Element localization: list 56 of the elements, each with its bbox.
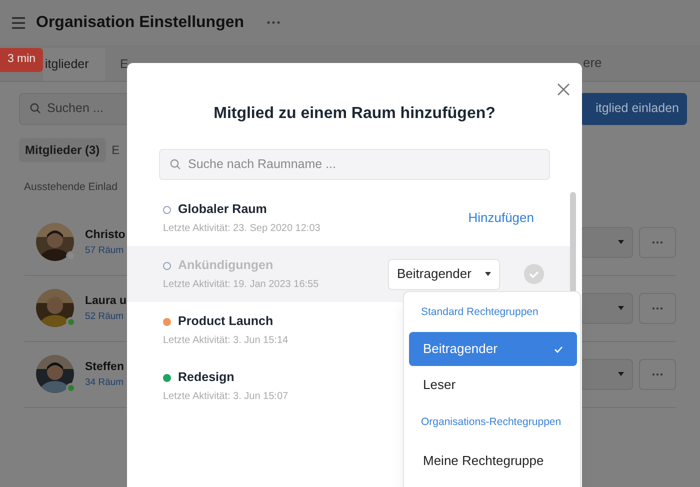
caret-icon [618, 372, 624, 376]
room-name: Ankündigungen [178, 257, 274, 274]
role-select[interactable] [581, 292, 633, 324]
menu-heading: Standard Rechtegruppen [420, 305, 540, 320]
subtab[interactable]: Mitglieder (3) [19, 138, 106, 162]
member-name: Christo [85, 228, 126, 242]
section-label: Ausstehende Einlad [24, 180, 118, 195]
more-button[interactable] [639, 358, 676, 390]
menu-option[interactable]: Beitragender [409, 332, 577, 366]
room-activity: Letzte Aktivität: 3. Jun 15:07 [163, 390, 288, 404]
more-icon[interactable] [267, 21, 280, 24]
caret-icon [618, 306, 624, 310]
subtab[interactable]: E [112, 138, 120, 162]
more-button[interactable] [639, 292, 676, 324]
more-button[interactable] [639, 226, 676, 258]
menu-option[interactable]: Meine Rechtegruppe [409, 442, 577, 480]
page-title: Organisation Einstellungen [36, 12, 244, 32]
member-name: Laura u [85, 294, 127, 308]
room-row[interactable]: Globaler Raum Letzte Aktivität: 23. Sep 2020 12:03 Hinzufügen [127, 190, 570, 246]
more-icon [652, 306, 663, 310]
close-icon[interactable] [557, 83, 570, 96]
caret-icon [618, 240, 624, 244]
room-name: Globaler Raum [178, 201, 267, 218]
rooms-link[interactable]: 34 Räum [85, 376, 124, 390]
invite-button[interactable]: itglied einladen [580, 92, 687, 124]
tab-label[interactable]: ere [583, 52, 602, 72]
tab[interactable]: E [120, 48, 128, 81]
role-select[interactable] [581, 358, 633, 390]
caret-icon [485, 272, 491, 276]
room-search-field[interactable]: Suche nach Raumname ... [159, 149, 550, 180]
dialog-title: Mitglied zu einem Raum hinzufügen? [214, 104, 496, 124]
room-activity: Letzte Aktivität: 23. Sep 2020 12:03 [163, 222, 320, 236]
check-circle-icon[interactable] [524, 264, 544, 284]
menu-icon[interactable] [12, 16, 25, 28]
add-link[interactable]: Hinzufügen [468, 208, 534, 228]
room-name: Redesign [178, 369, 234, 386]
search-icon [170, 159, 181, 170]
room-row[interactable]: Ankündigungen Letzte Aktivität: 19. Jan 2023 16:55 Beitragender [127, 246, 570, 302]
timer-badge: 3 min [0, 48, 43, 72]
tab[interactable]: itglieder [43, 48, 105, 81]
search-icon [30, 103, 41, 114]
menu-heading: Organisations-Rechtegruppen [420, 415, 562, 430]
role-select[interactable]: Beitragender [388, 258, 500, 290]
more-icon [652, 240, 663, 244]
role-select[interactable] [581, 226, 633, 258]
checkmark-icon [554, 346, 563, 352]
menu-option[interactable]: Leser [409, 366, 577, 404]
member-name: Steffen [85, 360, 124, 374]
room-activity: Letzte Aktivität: 3. Jun 15:14 [163, 334, 288, 348]
rooms-link[interactable]: 57 Räum [85, 244, 126, 258]
rooms-link[interactable]: 52 Räum [85, 310, 127, 324]
search-placeholder: Suchen ... [47, 100, 104, 118]
room-name: Product Launch [178, 313, 274, 330]
more-icon [652, 372, 663, 376]
room-activity: Letzte Aktivität: 19. Jan 2023 16:55 [163, 278, 319, 292]
search-placeholder: Suche nach Raumname ... [188, 156, 336, 174]
